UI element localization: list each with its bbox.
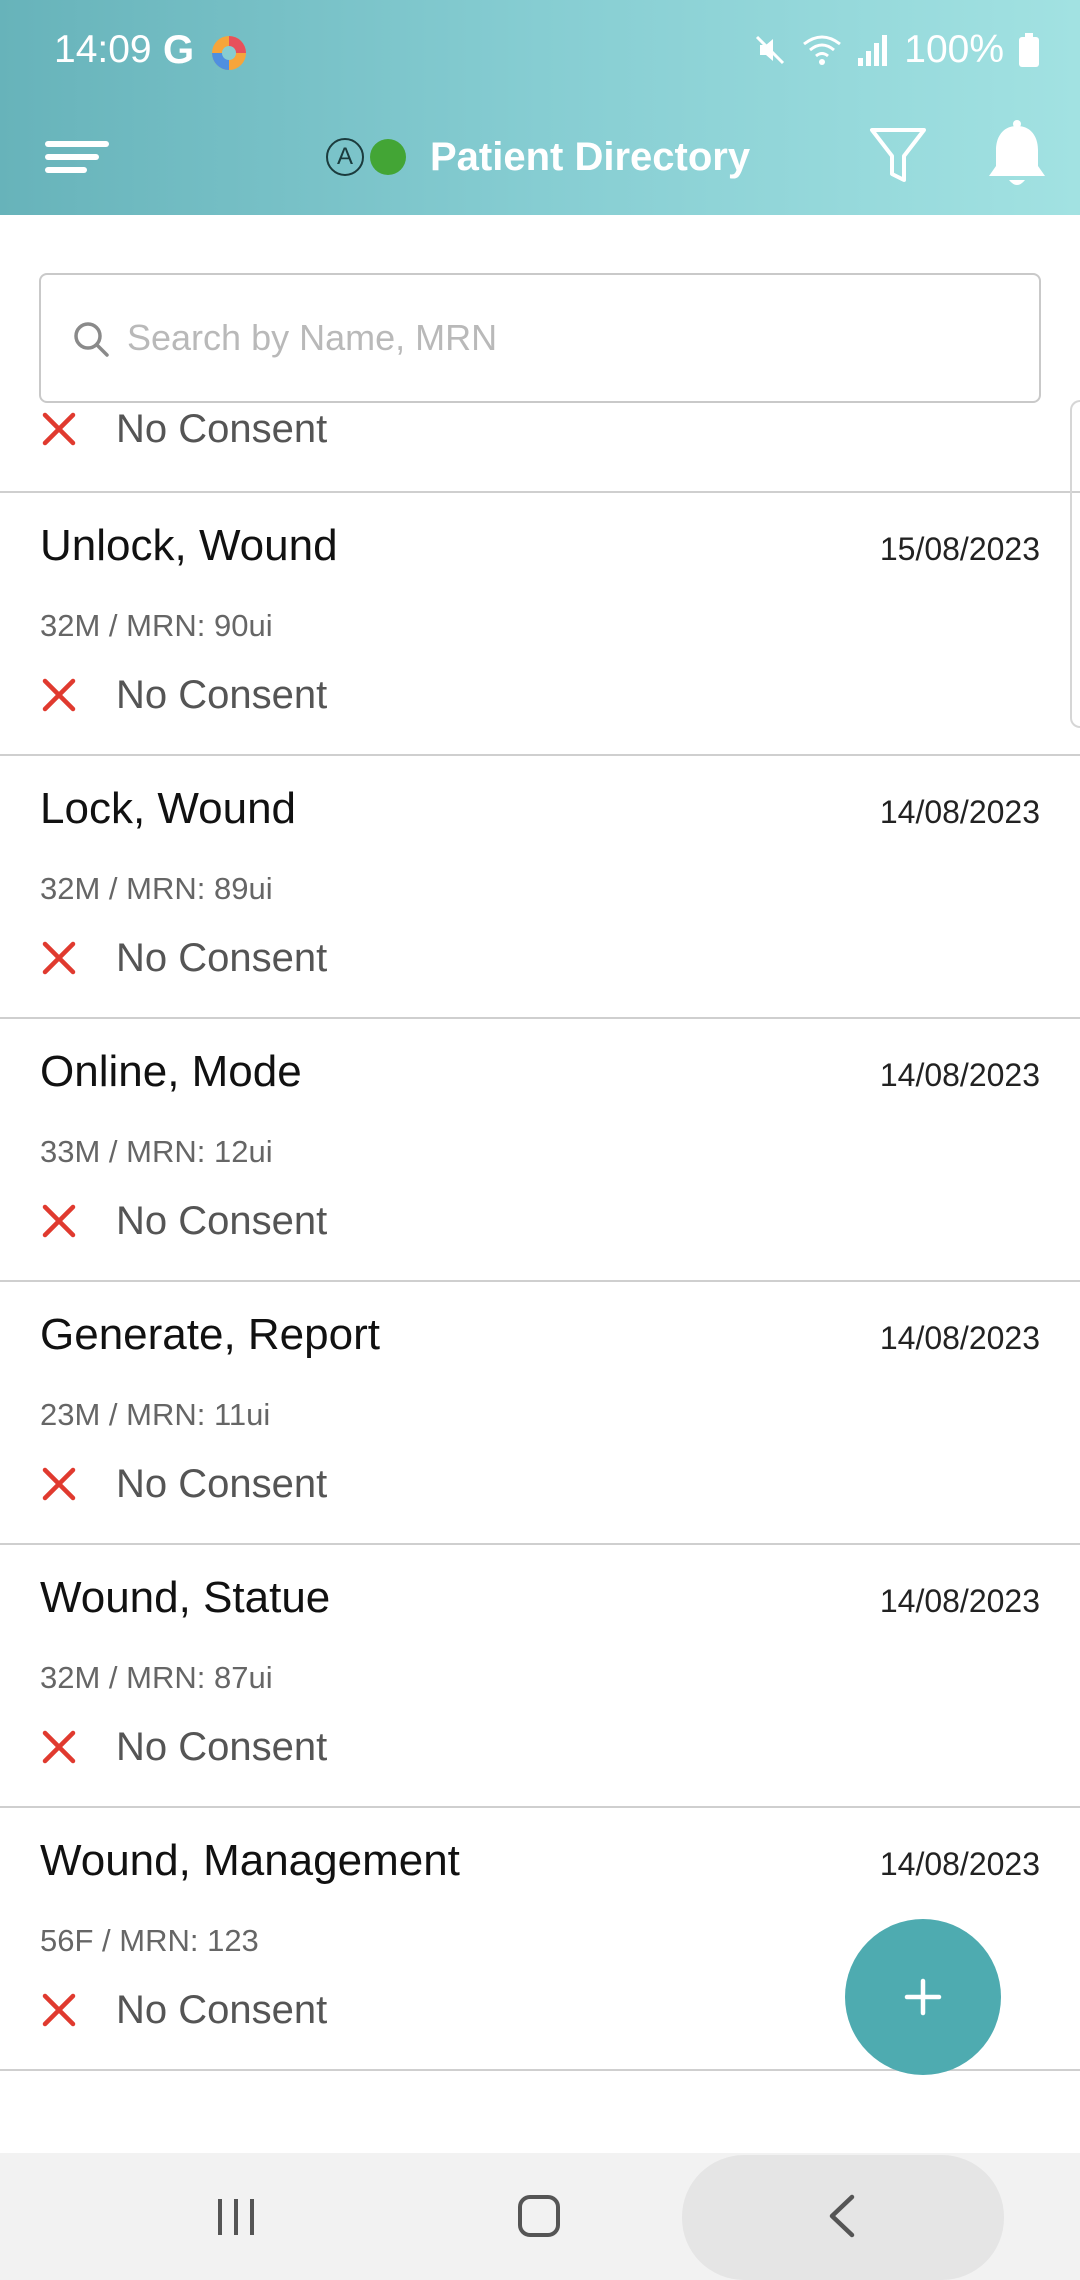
consent-label: No Consent	[116, 1198, 328, 1243]
scrollbar[interactable]	[1070, 400, 1080, 728]
status-bar: 14:09 G 100%	[0, 0, 1080, 100]
toolbar: A Patient Directory	[0, 100, 1080, 215]
patient-date: 15/08/2023	[879, 531, 1040, 567]
patient-meta: 32M / MRN: 90ui	[40, 608, 273, 643]
consent-status: No Consent	[40, 1458, 327, 1510]
recent-apps-icon[interactable]	[214, 2195, 258, 2239]
patient-date: 14/08/2023	[879, 1057, 1040, 1093]
no-consent-x-icon	[42, 678, 76, 712]
patient-meta: 56F / MRN: 123	[40, 1923, 259, 1958]
consent-label: No Consent	[116, 935, 328, 980]
patient-row[interactable]: Online, Mode 14/08/2023 33M / MRN: 12ui …	[0, 1019, 1080, 1282]
consent-label: No Consent	[116, 1987, 328, 2032]
patient-name: Wound, Statue	[40, 1573, 331, 1622]
patient-name: Online, Mode	[40, 1047, 302, 1096]
title-area: A Patient Directory	[326, 122, 750, 192]
signal-icon	[858, 35, 888, 66]
no-consent-x-icon	[42, 941, 76, 975]
search-bar[interactable]	[39, 273, 1041, 403]
no-consent-x-icon	[42, 1993, 76, 2027]
consent-status: No Consent	[40, 1721, 327, 1773]
consent-label: No Consent	[116, 406, 328, 451]
add-patient-button[interactable]	[845, 1919, 1001, 2075]
consent-label: No Consent	[116, 672, 328, 717]
consent-label: No Consent	[116, 1724, 328, 1769]
page-title: Patient Directory	[430, 134, 751, 179]
app-header: 14:09 G 100% A Patient Directory	[0, 0, 1080, 215]
plus-icon	[904, 1978, 942, 2016]
patient-row[interactable]: Lock, Wound 14/08/2023 32M / MRN: 89ui N…	[0, 756, 1080, 1019]
auto-mode-badge: A	[326, 138, 364, 176]
filter-icon[interactable]	[866, 118, 930, 194]
battery-percent: 100%	[904, 28, 1004, 71]
battery-icon	[1019, 33, 1039, 67]
google-icon: G	[163, 28, 195, 72]
back-icon[interactable]	[824, 2193, 860, 2239]
patient-meta: 33M / MRN: 12ui	[40, 1134, 273, 1169]
consent-status: No Consent	[40, 1984, 327, 2036]
search-input[interactable]	[125, 275, 1005, 401]
patient-meta: 32M / MRN: 87ui	[40, 1660, 273, 1695]
menu-icon[interactable]	[38, 116, 118, 196]
patient-date: 14/08/2023	[879, 1846, 1040, 1882]
no-consent-x-icon	[42, 412, 76, 446]
search-icon	[74, 322, 109, 357]
consent-status: No Consent	[40, 403, 327, 455]
wifi-icon	[803, 35, 842, 65]
patient-row[interactable]: Unlock, Wound 15/08/2023 32M / MRN: 90ui…	[0, 493, 1080, 756]
no-consent-x-icon	[42, 1730, 76, 1764]
patient-date: 14/08/2023	[879, 1320, 1040, 1356]
list-item-partial[interactable]: No Consent	[0, 403, 1080, 493]
patient-meta: 23M / MRN: 11ui	[40, 1397, 271, 1432]
bell-icon[interactable]	[982, 116, 1052, 196]
patient-row[interactable]: Wound, Statue 14/08/2023 32M / MRN: 87ui…	[0, 1545, 1080, 1808]
consent-status: No Consent	[40, 932, 327, 984]
patient-name: Lock, Wound	[40, 784, 297, 833]
consent-label: No Consent	[116, 1461, 328, 1506]
patient-name: Unlock, Wound	[40, 521, 338, 570]
patient-row[interactable]: Generate, Report 14/08/2023 23M / MRN: 1…	[0, 1282, 1080, 1545]
no-consent-x-icon	[42, 1467, 76, 1501]
no-consent-x-icon	[42, 1204, 76, 1238]
app-notification-icon	[212, 36, 246, 70]
online-status-dot	[370, 139, 406, 175]
patient-date: 14/08/2023	[879, 1583, 1040, 1619]
consent-status: No Consent	[40, 669, 327, 721]
patient-meta: 32M / MRN: 89ui	[40, 871, 273, 906]
home-icon[interactable]	[516, 2193, 562, 2239]
patient-date: 14/08/2023	[879, 794, 1040, 830]
patient-name: Wound, Management	[40, 1836, 460, 1885]
patient-name: Generate, Report	[40, 1310, 380, 1359]
system-nav-bar	[0, 2153, 1080, 2280]
status-time: 14:09	[54, 28, 152, 71]
status-icons: 100%	[752, 24, 1040, 76]
patient-list: No Consent Unlock, Wound 15/08/2023 32M …	[0, 403, 1080, 2153]
consent-status: No Consent	[40, 1195, 327, 1247]
mute-icon	[756, 35, 785, 65]
